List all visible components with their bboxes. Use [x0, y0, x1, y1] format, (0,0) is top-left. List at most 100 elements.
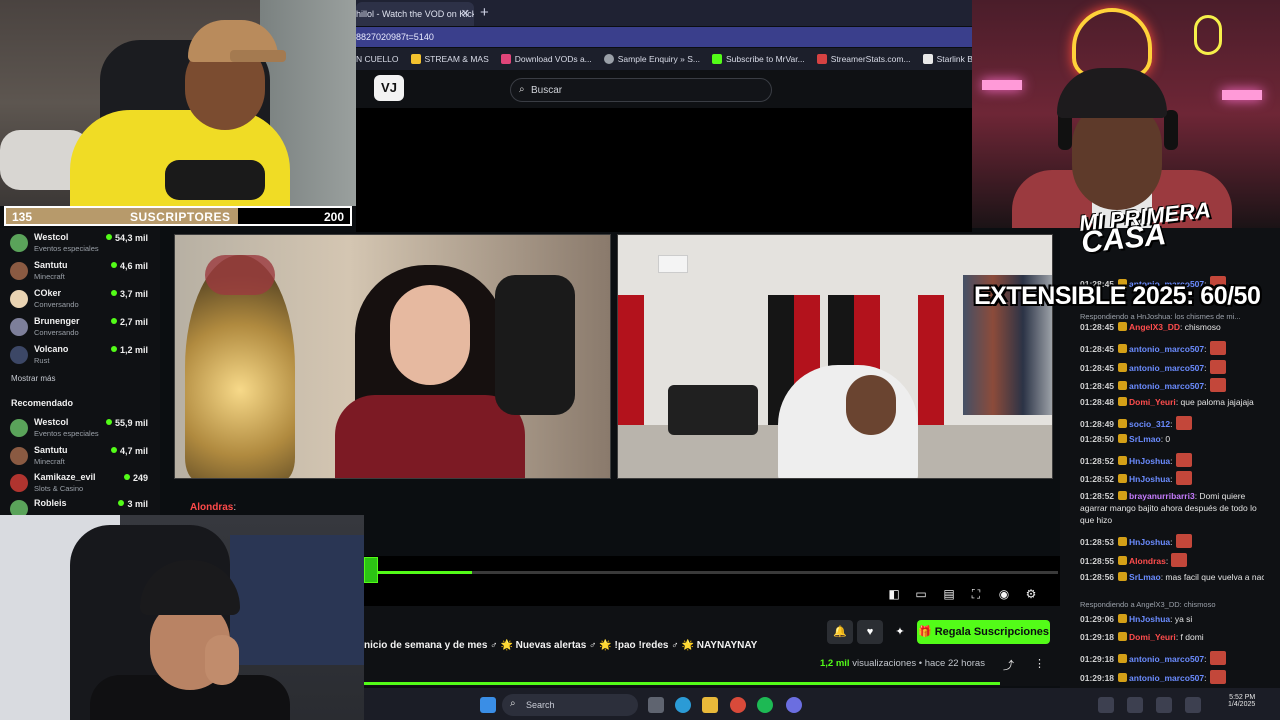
- emote-icon: [1209, 378, 1226, 392]
- channel-category: Minecraft: [34, 272, 65, 281]
- sidebar-channel-brunenger[interactable]: Brunenger Conversando 2,7 mil: [10, 314, 154, 340]
- chat-message: 01:28:52 HnJoshua:: [1080, 471, 1264, 485]
- chat-username[interactable]: Domi_Yeuri: [1129, 632, 1176, 642]
- viewer-count: 249: [123, 473, 148, 483]
- tray-app-icon[interactable]: [1127, 697, 1143, 713]
- chat-username[interactable]: SrLmao: [1129, 434, 1161, 444]
- bookmark-item[interactable]: Sample Enquiry » S...: [603, 54, 700, 64]
- chat-text: :: [1165, 556, 1169, 566]
- bookmark-item[interactable]: StreamerStats.com...: [816, 54, 911, 64]
- start-menu-icon[interactable]: [480, 697, 496, 713]
- search-placeholder: Buscar: [531, 85, 563, 96]
- sidebar-recommended-westcol[interactable]: Westcol Eventos especiales 55,9 mil: [10, 415, 154, 441]
- site-logo[interactable]: VJ: [374, 75, 404, 101]
- heart-icon[interactable]: ♥: [857, 620, 883, 644]
- chat-username[interactable]: socio_312: [1129, 419, 1170, 429]
- sidebar-channel-volcano[interactable]: Volcano Rust 1,2 mil: [10, 342, 154, 368]
- badge-icon: [1118, 322, 1128, 331]
- spotify-icon[interactable]: [757, 697, 773, 713]
- sidebar-recommended-kamikaze[interactable]: Kamikaze_evil Slots & Casino 249: [10, 470, 154, 496]
- progress-bar[interactable]: [372, 571, 1058, 574]
- task-view-icon[interactable]: [648, 697, 664, 713]
- bookmark-label: Download VODs a...: [514, 54, 592, 64]
- sidebar-recommended-santutu[interactable]: Santutu Minecraft 4,7 mil: [10, 443, 154, 469]
- channel-name: Westcol: [34, 417, 69, 427]
- views-label: visualizaciones: [852, 658, 917, 669]
- tray-app-icon[interactable]: [1156, 697, 1172, 713]
- chat-message: 01:28:50 SrLmao: 0: [1080, 434, 1264, 444]
- chat-username[interactable]: brayanurribarri3: [1129, 491, 1195, 501]
- chat-username[interactable]: HnJoshua: [1129, 474, 1170, 484]
- browser-tab[interactable]: hillol - Watch the VOD on Kick ✕: [356, 2, 474, 26]
- new-tab-icon[interactable]: +: [480, 4, 489, 21]
- tray-app-icon[interactable]: [1098, 697, 1114, 713]
- sidebar-channel-westcol[interactable]: Westcol Eventos especiales 54,3 mil: [10, 230, 154, 256]
- live-dot-icon: [110, 346, 117, 352]
- bookmark-item[interactable]: N CUELLO: [356, 54, 399, 64]
- chat-username[interactable]: Domi_Yeuri: [1129, 397, 1176, 407]
- chat-username[interactable]: AngelX3_DD: [1129, 322, 1180, 332]
- video-age: hace 22 horas: [924, 658, 985, 669]
- viewer-count: 2,7 mil: [110, 317, 148, 327]
- theater-icon[interactable]: ▭: [913, 586, 929, 602]
- channel-name: COker: [34, 288, 62, 298]
- fullscreen-icon[interactable]: ⛶: [968, 586, 984, 602]
- taskbar-clock[interactable]: 5:52 PM 1/4/2025: [1228, 694, 1255, 708]
- speed-icon[interactable]: ◉: [996, 586, 1012, 602]
- emote-icon: [1209, 341, 1226, 355]
- live-dot-icon: [118, 500, 125, 506]
- sparkle-icon[interactable]: ✦: [887, 620, 913, 644]
- bookmark-item[interactable]: STREAM & MAS: [410, 54, 489, 64]
- chat-username[interactable]: Alondras: [1129, 556, 1166, 566]
- sidebar-channel-santutu[interactable]: Santutu Minecraft 4,6 mil: [10, 258, 154, 284]
- taskbar-search[interactable]: ⌕ Search: [502, 694, 638, 716]
- sidebar-channel-coker[interactable]: COker Conversando 3,7 mil: [10, 286, 154, 312]
- tray-app-icon[interactable]: [1185, 697, 1201, 713]
- badge-icon: [1118, 381, 1128, 390]
- seek-handle[interactable]: [364, 557, 378, 583]
- chat-username[interactable]: antonio_marco507: [1129, 673, 1204, 683]
- emote-icon: [1175, 416, 1192, 430]
- settings-gear-icon[interactable]: ⚙: [1023, 586, 1039, 602]
- live-dot-icon: [110, 447, 117, 453]
- chat-text: :: [1170, 474, 1173, 484]
- channel-category: Conversando: [34, 328, 79, 337]
- chat-reply-context: Respondiendo a HnJoshua: los chismes de …: [1080, 312, 1241, 321]
- address-bar[interactable]: 8827020987t=5140: [356, 27, 972, 47]
- chat-message: 01:28:55 Alondras:: [1080, 553, 1264, 567]
- gift-subscriptions-button[interactable]: 🎁 Regala Suscripciones: [917, 620, 1050, 644]
- chat-username[interactable]: HnJoshua: [1129, 537, 1170, 547]
- viewer-count: 3 mil: [118, 499, 148, 509]
- search-input[interactable]: ⌕ Buscar: [510, 78, 772, 102]
- notification-bell-icon[interactable]: 🔔: [827, 620, 853, 644]
- chrome-icon[interactable]: [730, 697, 746, 713]
- file-explorer-icon[interactable]: [702, 697, 718, 713]
- chat-username[interactable]: antonio_marco507: [1129, 654, 1204, 664]
- clip-icon[interactable]: ▤: [941, 586, 957, 602]
- chat-timestamp: 01:28:56: [1080, 572, 1115, 582]
- chat-message: 01:28:45 antonio_marco507:: [1080, 378, 1264, 392]
- chat-username[interactable]: antonio_marco507: [1129, 363, 1204, 373]
- edge-icon[interactable]: [675, 697, 691, 713]
- close-icon[interactable]: ✕: [461, 7, 470, 20]
- discord-icon[interactable]: [786, 697, 802, 713]
- bookmark-label: N CUELLO: [356, 54, 399, 64]
- chat-username[interactable]: HnJoshua: [1129, 614, 1170, 624]
- chat-username[interactable]: antonio_marco507: [1129, 344, 1204, 354]
- chat-username[interactable]: antonio_marco507: [1129, 381, 1204, 391]
- share-icon[interactable]: ⤴: [1003, 657, 1014, 673]
- badge-icon: [1118, 537, 1128, 546]
- bookmark-favicon-icon: [816, 54, 827, 64]
- viewer-count: 3,7 mil: [110, 289, 148, 299]
- url-text: 8827020987t=5140: [356, 32, 434, 42]
- channel-sidebar: Westcol Eventos especiales 54,3 mil Sant…: [0, 228, 160, 518]
- chat-message: 01:29:06 HnJoshua: ya si: [1080, 614, 1264, 624]
- bookmark-item[interactable]: Download VODs a...: [500, 54, 592, 64]
- chat-username[interactable]: SrLmao: [1129, 572, 1161, 582]
- chat-username[interactable]: HnJoshua: [1129, 456, 1170, 466]
- bookmark-item[interactable]: Starlink Battery Po...: [922, 54, 972, 64]
- more-options-icon[interactable]: ⋮: [1034, 657, 1045, 670]
- bookmark-item[interactable]: Subscribe to MrVar...: [711, 54, 805, 64]
- miniplayer-icon[interactable]: ◧: [886, 586, 902, 602]
- show-more-link[interactable]: Mostrar más: [11, 374, 55, 383]
